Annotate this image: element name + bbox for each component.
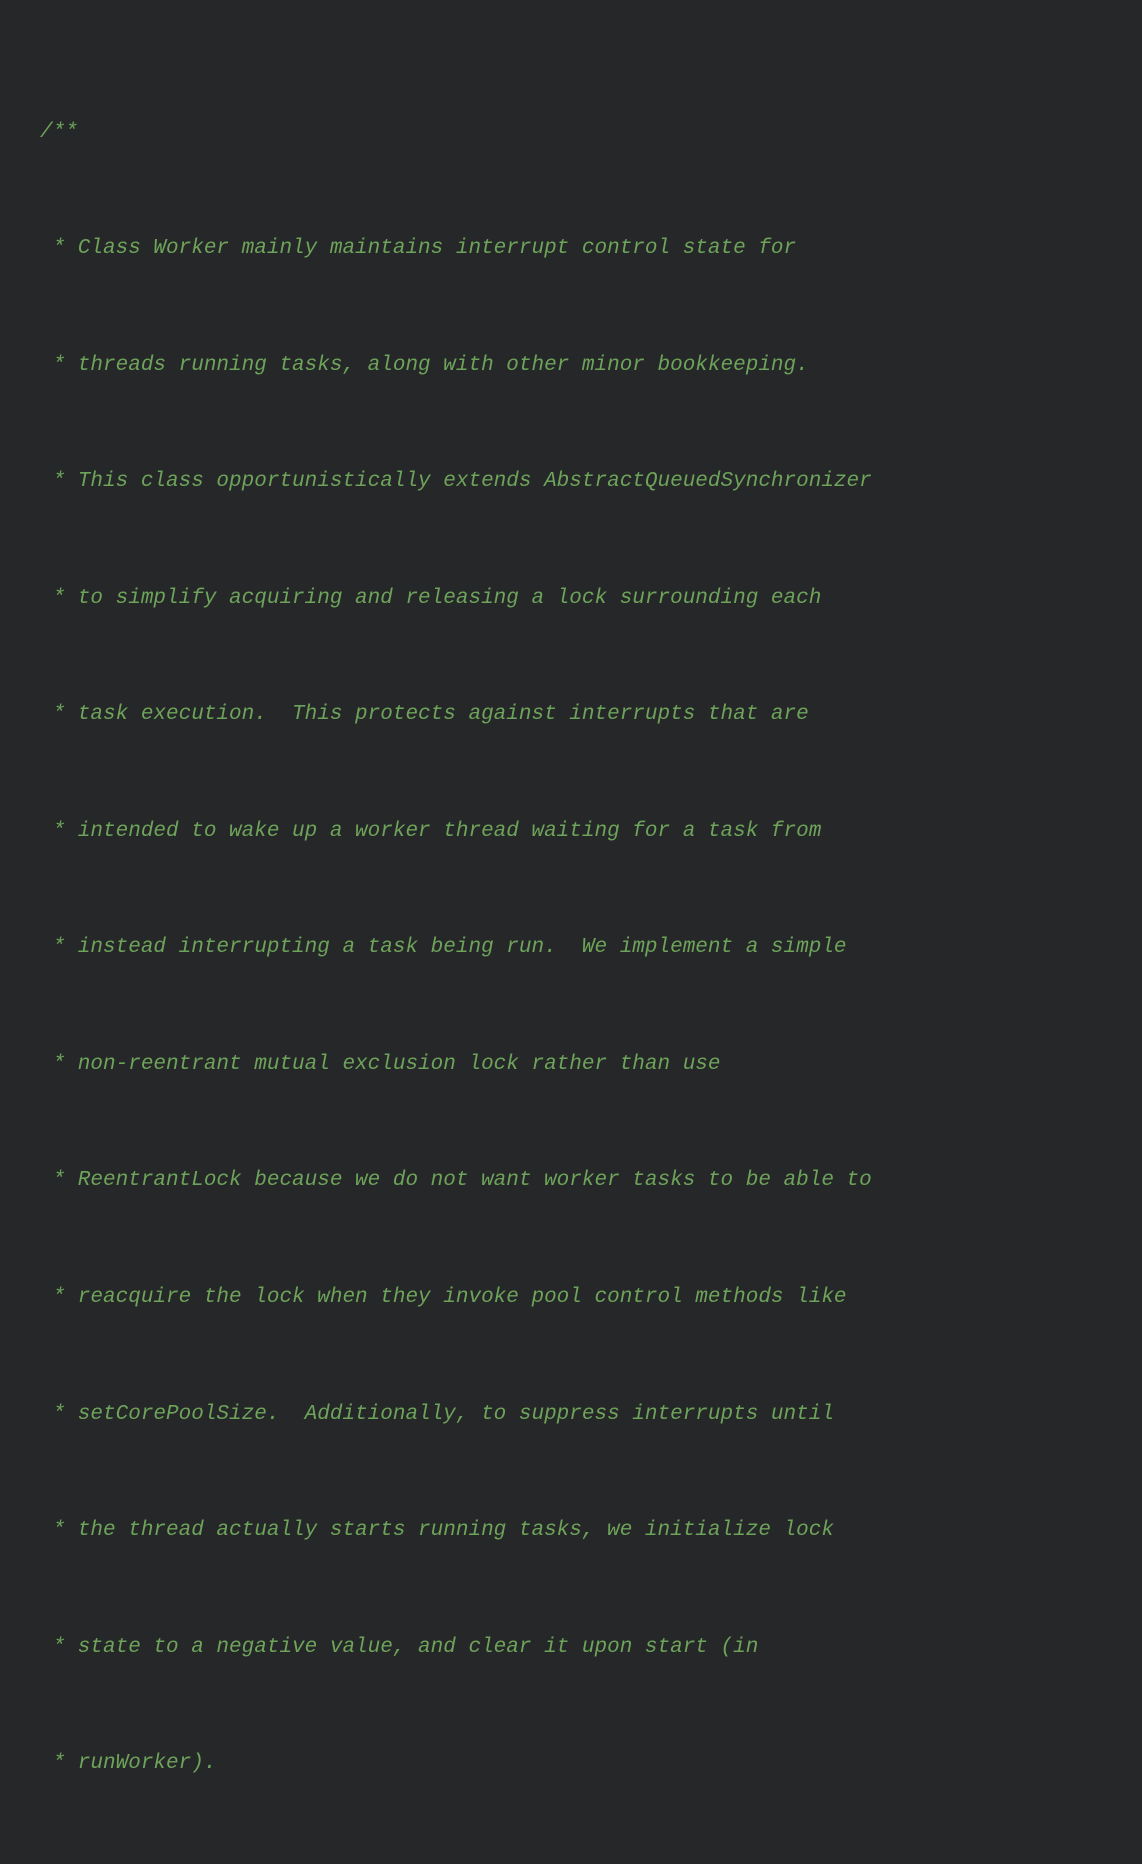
javadoc-comment: /** * Class Worker mainly maintains inte…	[40, 36, 1142, 1864]
comment-line: * state to a negative value, and clear i…	[40, 1629, 1142, 1668]
comment-line: * non-reentrant mutual exclusion lock ra…	[40, 1046, 1142, 1085]
comment-line: * to simplify acquiring and releasing a …	[40, 580, 1142, 619]
comment-line: * intended to wake up a worker thread wa…	[40, 813, 1142, 852]
comment-line: * This class opportunistically extends A…	[40, 463, 1142, 502]
comment-line: * ReentrantLock because we do not want w…	[40, 1162, 1142, 1201]
comment-line: * runWorker).	[40, 1745, 1142, 1784]
comment-close: */	[40, 1862, 1142, 1864]
comment-open: /**	[40, 114, 1142, 153]
comment-line: * Class Worker mainly maintains interrup…	[40, 230, 1142, 269]
comment-line: * task execution. This protects against …	[40, 696, 1142, 735]
comment-line: * instead interrupting a task being run.…	[40, 929, 1142, 968]
comment-line: * threads running tasks, along with othe…	[40, 347, 1142, 386]
comment-line: * setCorePoolSize. Additionally, to supp…	[40, 1396, 1142, 1435]
comment-line: * the thread actually starts running tas…	[40, 1512, 1142, 1551]
comment-line: * reacquire the lock when they invoke po…	[40, 1279, 1142, 1318]
